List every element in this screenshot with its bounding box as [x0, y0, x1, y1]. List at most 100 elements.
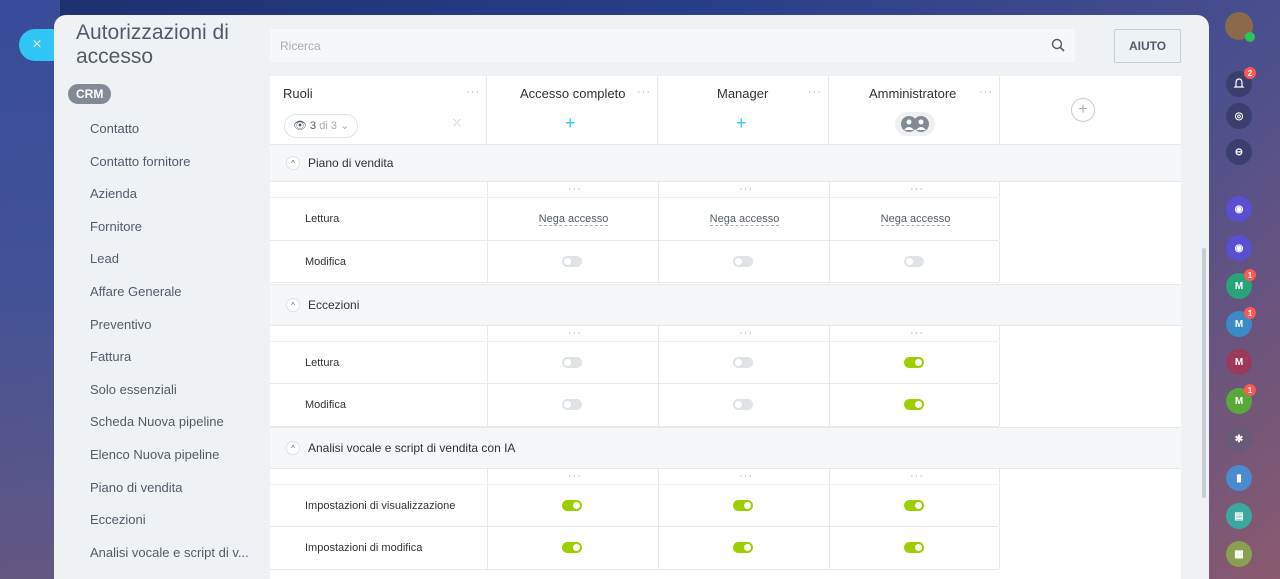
cell-menu-icon[interactable]: ···: [910, 327, 924, 339]
chevron-down-icon: ⌄: [340, 120, 350, 132]
permission-toggle[interactable]: [562, 256, 582, 267]
role-menu-icon[interactable]: ···: [808, 86, 822, 98]
cell-menu-icon[interactable]: ···: [568, 327, 582, 339]
group-chat-avatar[interactable]: ✱: [1226, 426, 1252, 452]
page-title: Autorizzazioni di accesso: [76, 21, 229, 68]
permission-toggle[interactable]: [904, 500, 924, 511]
add-user-icon[interactable]: +: [565, 113, 576, 134]
scrollbar[interactable]: [1202, 248, 1206, 498]
permission-toggle[interactable]: [562, 500, 582, 511]
permission-toggle[interactable]: [733, 256, 753, 267]
nav-item-affare-generale[interactable]: Affare Generale: [90, 276, 255, 309]
nav-item-fornitore[interactable]: Fornitore: [90, 211, 255, 244]
cell-menu-icon[interactable]: ···: [568, 470, 582, 482]
notes-icon[interactable]: ▦: [1226, 541, 1252, 567]
permission-toggle[interactable]: [904, 399, 924, 410]
permission-toggle[interactable]: [904, 256, 924, 267]
access-select[interactable]: Nega accesso: [830, 213, 1001, 226]
help-button[interactable]: AIUTO: [1114, 29, 1181, 63]
nav-item-piano-di-vendita[interactable]: Piano di vendita: [90, 472, 255, 505]
chevron-up-icon: ^: [286, 156, 300, 170]
permission-toggle[interactable]: [562, 399, 582, 410]
cell-menu-icon[interactable]: ···: [739, 327, 753, 339]
cell-menu-icon[interactable]: ···: [910, 470, 924, 482]
access-select[interactable]: Nega accesso: [659, 213, 830, 226]
cell-menu-icon[interactable]: ···: [739, 470, 753, 482]
dots-row: ··· ··· ···: [270, 182, 1000, 198]
crm-tag[interactable]: CRM: [68, 84, 112, 104]
nav-item-contatto[interactable]: Contatto: [90, 113, 255, 146]
background: [0, 0, 60, 579]
role-filter-count: 3: [310, 120, 317, 132]
role-filter[interactable]: 👁 3 di 3 ⌄: [284, 114, 359, 138]
nav-item-fattura[interactable]: Fattura: [90, 341, 255, 374]
section-piano-di-vendita[interactable]: ^ Piano di vendita: [270, 144, 1181, 182]
nav-list: Contatto Contatto fornitore Azienda Forn…: [90, 113, 255, 569]
access-select[interactable]: Nega accesso: [488, 213, 659, 226]
nav-item-lead[interactable]: Lead: [90, 243, 255, 276]
chat-badge: 1: [1244, 307, 1256, 319]
group-icon: [901, 116, 929, 132]
nav-item-elenco-nuova-pipeline[interactable]: Elenco Nuova pipeline: [90, 439, 255, 472]
nav-item-eccezioni[interactable]: Eccezioni: [90, 504, 255, 537]
nav-item-contatto-fornitore[interactable]: Contatto fornitore: [90, 146, 255, 179]
close-button[interactable]: ×: [19, 29, 55, 61]
permission-toggle[interactable]: [733, 542, 753, 553]
permission-toggle[interactable]: [562, 542, 582, 553]
chat-avatar-2[interactable]: M 1: [1226, 307, 1256, 337]
chat-avatar-1[interactable]: M 1: [1226, 269, 1256, 299]
user-avatar[interactable]: [1225, 12, 1255, 42]
chat-badge: 1: [1244, 384, 1256, 396]
section-title: Eccezioni: [308, 298, 360, 312]
collab-icon[interactable]: ◉: [1226, 196, 1252, 222]
right-rail: 2 ◎ ⊖ ◉ ◉ M 1 M 1 M M 1 ✱ ▮ ▤ ▦: [1210, 0, 1280, 579]
nav-item-preventivo[interactable]: Preventivo: [90, 309, 255, 342]
search-icon[interactable]: [1051, 38, 1065, 52]
nav-item-azienda[interactable]: Azienda: [90, 178, 255, 211]
row-label: Impostazioni di visualizzazione: [305, 500, 456, 512]
users-avatar[interactable]: [895, 112, 935, 136]
cell-menu-icon[interactable]: ···: [568, 183, 582, 195]
table-row: Lettura Nega accesso Nega accesso Nega a…: [270, 198, 1001, 241]
roles-menu-icon[interactable]: ···: [466, 86, 480, 98]
bookmark-icon[interactable]: ▮: [1226, 465, 1252, 491]
nav-item-scheda-nuova-pipeline[interactable]: Scheda Nuova pipeline: [90, 406, 255, 439]
role-menu-icon[interactable]: ···: [637, 86, 651, 98]
permission-toggle[interactable]: [904, 542, 924, 553]
cell-menu-icon[interactable]: ···: [910, 183, 924, 195]
nav-item-analisi-vocale[interactable]: Analisi vocale e script di v...: [90, 537, 255, 570]
permission-toggle[interactable]: [733, 357, 753, 368]
permission-toggle[interactable]: [733, 399, 753, 410]
section-title: Piano di vendita: [308, 156, 394, 170]
message-icon[interactable]: ▤: [1226, 503, 1252, 529]
collab-icon-2[interactable]: ◉: [1226, 235, 1252, 261]
add-user-icon[interactable]: +: [736, 113, 747, 134]
bell-icon[interactable]: 2: [1226, 67, 1256, 97]
cell-menu-icon[interactable]: ···: [739, 183, 753, 195]
permission-toggle[interactable]: [562, 357, 582, 368]
search-input[interactable]: [270, 38, 1030, 53]
search-bar: [270, 29, 1075, 62]
dots-row: ··· ··· ···: [270, 469, 1000, 485]
section-analisi-vocale[interactable]: ^ Analisi vocale e script di vendita con…: [270, 427, 1181, 469]
chat-avatar-4[interactable]: M 1: [1226, 384, 1256, 414]
copilot-icon[interactable]: ◎: [1226, 103, 1252, 129]
dots-row: ··· ··· ···: [270, 326, 1000, 342]
chat-icon[interactable]: ⊖: [1226, 139, 1252, 165]
add-role-button[interactable]: +: [1071, 98, 1095, 122]
online-status-icon: [1245, 32, 1255, 42]
permission-toggle[interactable]: [733, 500, 753, 511]
table-row: Modifica: [270, 384, 1000, 427]
nav-item-solo-essenziali[interactable]: Solo essenziali: [90, 374, 255, 407]
table-row: Impostazioni di modifica: [270, 527, 1000, 570]
chat-avatar-3[interactable]: M: [1226, 349, 1252, 375]
section-eccezioni[interactable]: ^ Eccezioni: [270, 284, 1181, 326]
chevron-up-icon: ^: [286, 298, 300, 312]
permission-toggle[interactable]: [904, 357, 924, 368]
row-label: Modifica: [305, 256, 346, 268]
roles-title: Ruoli: [283, 86, 313, 101]
chevron-up-icon: ^: [286, 441, 300, 455]
eye-icon: 👁: [293, 120, 307, 132]
role-menu-icon[interactable]: ···: [979, 86, 993, 98]
collapse-all-icon[interactable]: ⤫: [453, 118, 462, 129]
